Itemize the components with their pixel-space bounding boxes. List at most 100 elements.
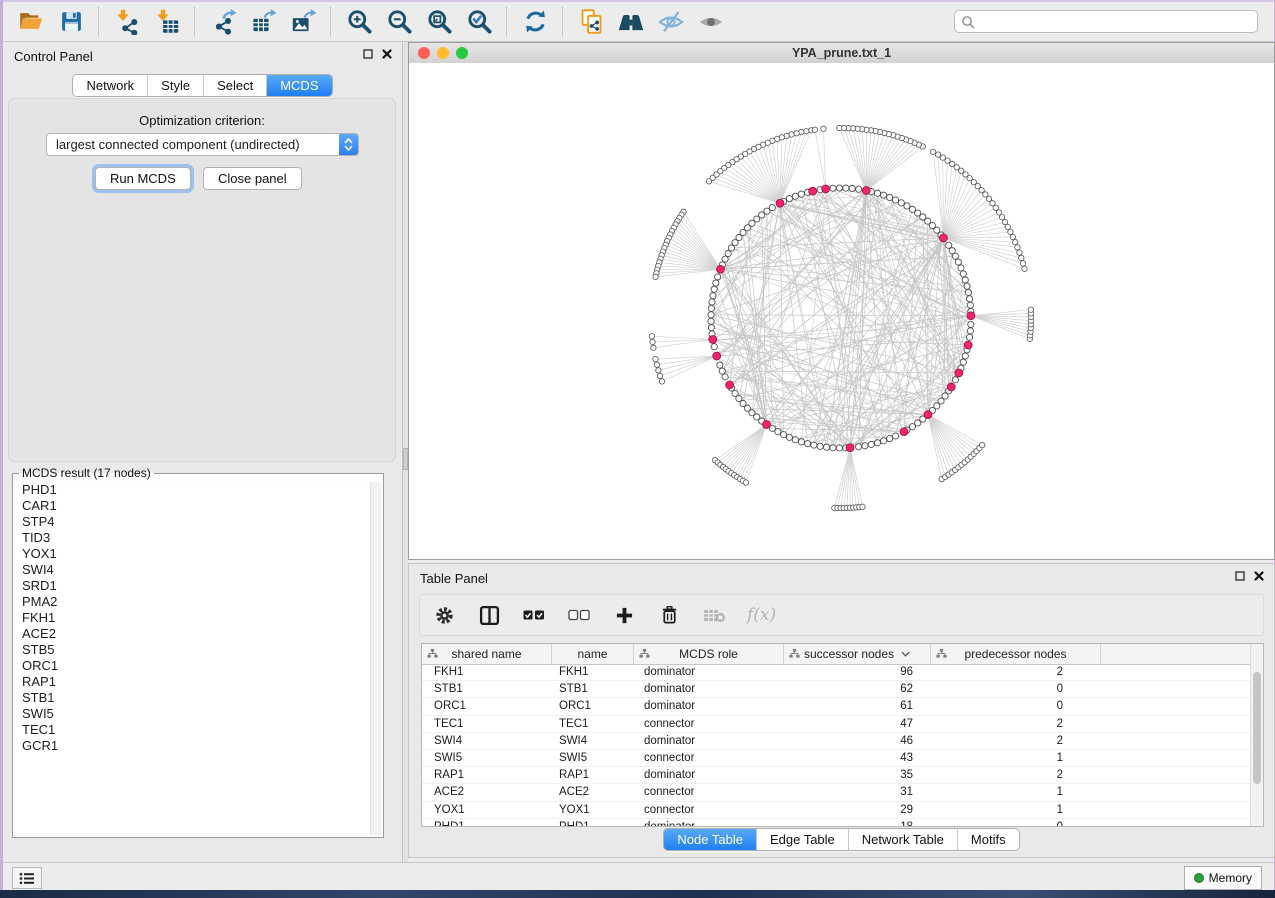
graph-node[interactable] — [836, 445, 842, 451]
graph-node[interactable] — [830, 445, 836, 451]
zoom-out-button[interactable] — [379, 5, 419, 39]
graph-leaf-node[interactable] — [706, 179, 711, 184]
graph-leaf-node[interactable] — [804, 128, 809, 133]
table-scrollbar[interactable] — [1250, 644, 1263, 826]
graph-mcds-node[interactable] — [763, 421, 771, 429]
graph-node[interactable] — [856, 444, 862, 450]
criterion-dropdown[interactable]: largest connected component (undirected) — [46, 133, 359, 156]
gear-button[interactable] — [432, 603, 456, 627]
open-session-button[interactable] — [11, 5, 51, 39]
mcds-result-item[interactable]: YOX1 — [15, 546, 371, 562]
zoom-fit-button[interactable] — [419, 5, 459, 39]
graph-node[interactable] — [792, 437, 798, 443]
graph-node[interactable] — [786, 434, 792, 440]
graph-node[interactable] — [798, 439, 804, 445]
graph-mcds-node[interactable] — [955, 369, 963, 377]
mcds-result-item[interactable]: TEC1 — [15, 722, 371, 738]
show-eye-button[interactable] — [691, 5, 731, 39]
mcds-result-item[interactable]: STB5 — [15, 642, 371, 658]
graph-mcds-node[interactable] — [862, 187, 870, 195]
search-box[interactable] — [954, 10, 1258, 33]
graph-node[interactable] — [874, 190, 880, 196]
graph-node[interactable] — [892, 433, 898, 439]
graph-node[interactable] — [962, 277, 968, 283]
column-header-successor-nodes[interactable]: successor nodes — [784, 644, 931, 664]
graph-leaf-node[interactable] — [651, 345, 656, 350]
graph-node[interactable] — [964, 283, 970, 289]
tab-edge-table[interactable]: Edge Table — [756, 829, 848, 850]
mcds-result-item[interactable]: CAR1 — [15, 498, 371, 514]
graph-leaf-node[interactable] — [1015, 245, 1020, 250]
export-network-button[interactable] — [203, 5, 243, 39]
table-row[interactable]: ORC1ORC1dominator610 — [422, 698, 1251, 715]
graph-node[interactable] — [968, 321, 974, 327]
graph-node[interactable] — [960, 271, 966, 277]
hide-eye-button[interactable] — [651, 5, 691, 39]
graph-leaf-node[interactable] — [1010, 234, 1015, 239]
graph-node[interactable] — [719, 368, 725, 374]
graph-node[interactable] — [874, 440, 880, 446]
graph-node[interactable] — [952, 377, 958, 383]
graph-node[interactable] — [843, 185, 849, 191]
graph-node[interactable] — [868, 441, 874, 447]
close-icon[interactable] — [382, 49, 392, 59]
graph-node[interactable] — [962, 353, 968, 359]
mcds-result-item[interactable]: STP4 — [15, 514, 371, 530]
run-mcds-button[interactable]: Run MCDS — [95, 167, 191, 190]
graph-mcds-node[interactable] — [726, 381, 734, 389]
graph-node[interactable] — [805, 441, 811, 447]
tab-network[interactable]: Network — [73, 75, 147, 96]
table-row[interactable]: SWI5SWI5connector431 — [422, 750, 1251, 767]
mcds-result-item[interactable]: TID3 — [15, 530, 371, 546]
graph-node[interactable] — [887, 194, 893, 200]
graph-node[interactable] — [849, 185, 855, 191]
graph-mcds-node[interactable] — [900, 428, 908, 436]
graph-leaf-node[interactable] — [1022, 266, 1027, 271]
mcds-result-item[interactable]: PHD1 — [15, 482, 371, 498]
graph-mcds-node[interactable] — [717, 265, 725, 273]
graph-node[interactable] — [955, 259, 961, 265]
graph-leaf-node[interactable] — [1013, 239, 1018, 244]
mcds-result-item[interactable]: ACE2 — [15, 626, 371, 642]
table-row[interactable]: FKH1FKH1dominator962 — [422, 664, 1251, 681]
save-session-button[interactable] — [51, 5, 91, 39]
network-canvas[interactable] — [409, 63, 1274, 559]
add-row-button[interactable] — [612, 603, 636, 627]
float-window-icon[interactable] — [363, 49, 373, 59]
graph-node[interactable] — [722, 374, 728, 380]
graph-leaf-node[interactable] — [799, 129, 804, 134]
graph-node[interactable] — [811, 442, 817, 448]
mcds-result-item[interactable]: RAP1 — [15, 674, 371, 690]
tab-select[interactable]: Select — [203, 75, 266, 96]
graph-leaf-node[interactable] — [656, 368, 661, 373]
graph-node[interactable] — [792, 193, 798, 199]
binoculars-button[interactable] — [611, 5, 651, 39]
graph-node[interactable] — [708, 312, 714, 318]
graph-leaf-node[interactable] — [654, 362, 659, 367]
copy-network-button[interactable] — [571, 5, 611, 39]
graph-leaf-node[interactable] — [821, 126, 826, 131]
graph-node[interactable] — [780, 432, 786, 438]
import-table-button[interactable] — [147, 5, 187, 39]
graph-node[interactable] — [717, 362, 723, 368]
graph-node[interactable] — [798, 191, 804, 197]
mcds-result-item[interactable]: PMA2 — [15, 594, 371, 610]
deselect-all-button[interactable] — [567, 603, 591, 627]
graph-leaf-node[interactable] — [979, 442, 984, 447]
graph-node[interactable] — [946, 242, 952, 248]
export-table-button[interactable] — [243, 5, 283, 39]
columns-button[interactable] — [477, 603, 501, 627]
graph-node[interactable] — [967, 328, 973, 334]
tab-node-table[interactable]: Node Table — [664, 829, 756, 850]
mcds-result-item[interactable]: ORC1 — [15, 658, 371, 674]
table-row[interactable]: SWI4SWI4dominator462 — [422, 733, 1251, 750]
graph-leaf-node[interactable] — [1028, 307, 1033, 312]
table-scrollbar-thumb[interactable] — [1253, 672, 1261, 784]
graph-leaf-node[interactable] — [653, 274, 658, 279]
tab-mcds[interactable]: MCDS — [266, 75, 331, 96]
zoom-in-button[interactable] — [339, 5, 379, 39]
export-image-button[interactable] — [283, 5, 323, 39]
delete-row-button[interactable] — [657, 603, 681, 627]
graph-mcds-node[interactable] — [940, 234, 948, 242]
graph-leaf-node[interactable] — [743, 480, 748, 485]
